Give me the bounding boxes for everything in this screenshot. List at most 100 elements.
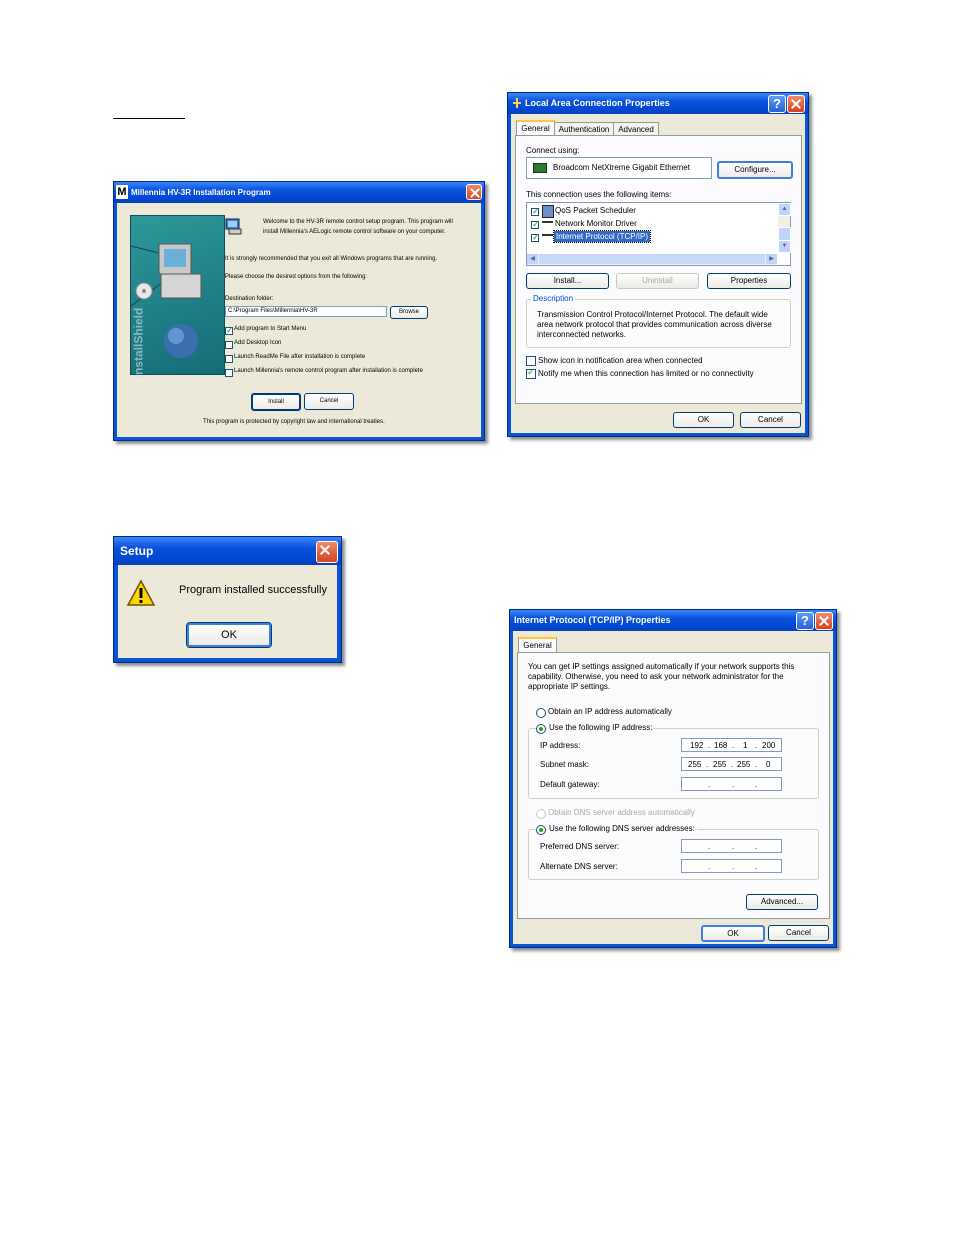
notify-checkbox[interactable] — [526, 367, 536, 379]
subnet-mask-label: Subnet mask: — [540, 760, 589, 769]
items-label: This connection uses the following items… — [526, 190, 672, 199]
alternate-dns-input[interactable]: ... — [681, 859, 782, 873]
option-label-desktop-icon: Add Desktop Icon — [234, 340, 282, 346]
installer-close-button[interactable] — [466, 184, 482, 200]
use-dns-radio[interactable] — [536, 825, 546, 835]
scroll-right-icon[interactable]: ▶ — [766, 254, 777, 264]
lan-title-bar[interactable]: Local Area Connection Properties — [508, 93, 808, 114]
ip-dot: . — [755, 741, 758, 750]
tcpip-cancel-button[interactable]: Cancel — [768, 925, 829, 941]
description-label: Description — [531, 294, 576, 303]
browse-button[interactable]: Browse — [390, 306, 428, 319]
option-checkbox-desktop-icon[interactable] — [225, 341, 233, 349]
gateway-input[interactable]: ... — [681, 777, 782, 791]
warning-icon — [126, 579, 156, 607]
scroll-up-icon[interactable]: ▲ — [778, 203, 791, 216]
welcome-text: Welcome to the HV-3R remote control setu… — [263, 219, 453, 235]
use-dns-label: Use the following DNS server addresses: — [547, 824, 697, 833]
properties-button[interactable]: Properties — [707, 273, 791, 289]
installer-window: M Millennia HV-3R Installation Program I… — [113, 181, 485, 441]
network-icon — [511, 96, 523, 110]
lan-title: Local Area Connection Properties — [525, 98, 670, 108]
tab-authentication-label: Authentication — [558, 125, 610, 134]
mask-octet-2: 255 — [713, 760, 727, 769]
tab-advanced[interactable]: Advanced — [613, 122, 659, 136]
ip-dot: . — [755, 842, 758, 851]
item-label-tcpip[interactable]: Internet Protocol (TCP/IP) — [552, 230, 652, 243]
ip-group: Use the following IP address: IP address… — [528, 723, 819, 799]
installer-title: Millennia HV-3R Installation Program — [131, 188, 271, 197]
option-label-start-menu: Add program to Start Menu — [234, 326, 307, 332]
ip-dot: . — [755, 780, 758, 789]
lan-cancel-button[interactable]: Cancel — [740, 412, 801, 428]
option-checkbox-start-menu[interactable] — [225, 325, 234, 336]
scroll-thumb[interactable] — [778, 227, 791, 241]
configure-button[interactable]: Configure... — [717, 161, 793, 179]
install-button[interactable]: Install — [251, 393, 301, 411]
item-checkbox-netmon[interactable] — [531, 219, 540, 230]
uninstall-button[interactable]: Uninstall — [616, 273, 699, 289]
obtain-ip-radio[interactable] — [536, 708, 546, 718]
ip-address-label: IP address: — [540, 741, 581, 750]
subnet-mask-input[interactable]: 255. 255. 255. 0 — [681, 757, 782, 771]
items-horizontal-scrollbar[interactable]: ◀ ▶ — [527, 254, 777, 265]
destination-input[interactable]: C:\Program Files\Millennia\HV-3R — [225, 306, 387, 317]
preferred-dns-label: Preferred DNS server: — [540, 842, 620, 851]
recommend-text: It is strongly recommended that you exit… — [225, 256, 438, 262]
description-text: Transmission Control Protocol/Internet P… — [537, 310, 772, 339]
setup-dialog: Setup Program installed successfully OK — [113, 536, 342, 663]
lan-help-button[interactable]: ? — [768, 95, 786, 113]
items-list[interactable]: QoS Packet Scheduler Network Monitor Dri… — [526, 202, 791, 266]
dns-group: Use the following DNS server addresses: … — [528, 824, 819, 880]
tcpip-ok-button[interactable]: OK — [701, 925, 765, 942]
tcpip-close-button[interactable] — [815, 612, 833, 630]
tcpip-title-bar[interactable]: Internet Protocol (TCP/IP) Properties — [510, 610, 836, 631]
setup-close-button[interactable] — [316, 541, 338, 563]
obtain-dns-radio[interactable] — [536, 809, 546, 819]
protocol-icon — [542, 234, 553, 242]
ip-dot: . — [755, 760, 758, 769]
ip-address-input[interactable]: 192. 168. 1. 200 — [681, 738, 782, 752]
protocol-icon — [542, 221, 553, 229]
lan-close-button[interactable] — [787, 95, 805, 113]
adapter-name: Broadcom NetXtreme Gigabit Ethernet — [553, 163, 690, 172]
setup-ok-button[interactable]: OK — [186, 622, 272, 648]
installer-cancel-button[interactable]: Cancel — [304, 393, 354, 410]
items-vertical-scrollbar[interactable]: ▲ ▼ — [778, 203, 791, 253]
preferred-dns-input[interactable]: ... — [681, 839, 782, 853]
gateway-label: Default gateway: — [540, 780, 600, 789]
item-checkbox-qos[interactable] — [531, 206, 540, 217]
advanced-button[interactable]: Advanced... — [746, 894, 818, 910]
setup-title-bar[interactable]: Setup — [114, 537, 341, 565]
show-icon-checkbox[interactable] — [526, 356, 536, 366]
tcpip-intro-text: You can get IP settings assigned automat… — [528, 662, 795, 691]
option-label-launch: Launch Millennia's remote control progra… — [234, 368, 423, 374]
ip-dot: . — [708, 862, 711, 871]
notify-label: Notify me when this connection has limit… — [538, 369, 754, 378]
option-label-readme: Launch ReadMe File after installation is… — [234, 354, 366, 360]
scroll-left-icon[interactable]: ◀ — [527, 254, 538, 264]
tab-general[interactable]: General — [516, 120, 555, 136]
tab-authentication[interactable]: Authentication — [554, 122, 614, 136]
adapter-icon — [533, 163, 547, 173]
scroll-hthumb[interactable] — [539, 254, 765, 264]
installer-side-image: InstallShield — [130, 215, 225, 378]
ip-dot: . — [732, 862, 735, 871]
obtain-dns-label: Obtain DNS server address automatically — [548, 808, 695, 817]
tcpip-help-button[interactable]: ? — [796, 612, 814, 630]
item-label-netmon: Network Monitor Driver — [555, 219, 637, 228]
adapter-box: Broadcom NetXtreme Gigabit Ethernet — [526, 157, 712, 179]
ip-dot: . — [732, 780, 735, 789]
use-ip-radio[interactable] — [536, 724, 546, 734]
tab-general[interactable]: General — [518, 637, 557, 653]
scroll-down-icon[interactable]: ▼ — [778, 240, 791, 253]
lan-ok-button[interactable]: OK — [673, 412, 734, 428]
choose-text: Please choose the desired options from t… — [225, 274, 368, 280]
lan-install-button[interactable]: Install... — [526, 273, 609, 289]
ip-dot: . — [732, 842, 735, 851]
option-checkbox-readme[interactable] — [225, 355, 233, 363]
option-checkbox-launch[interactable] — [225, 369, 233, 377]
installer-title-bar[interactable]: M Millennia HV-3R Installation Program — [114, 182, 484, 203]
mask-octet-4: 0 — [766, 760, 771, 769]
item-checkbox-tcpip[interactable] — [531, 232, 540, 243]
